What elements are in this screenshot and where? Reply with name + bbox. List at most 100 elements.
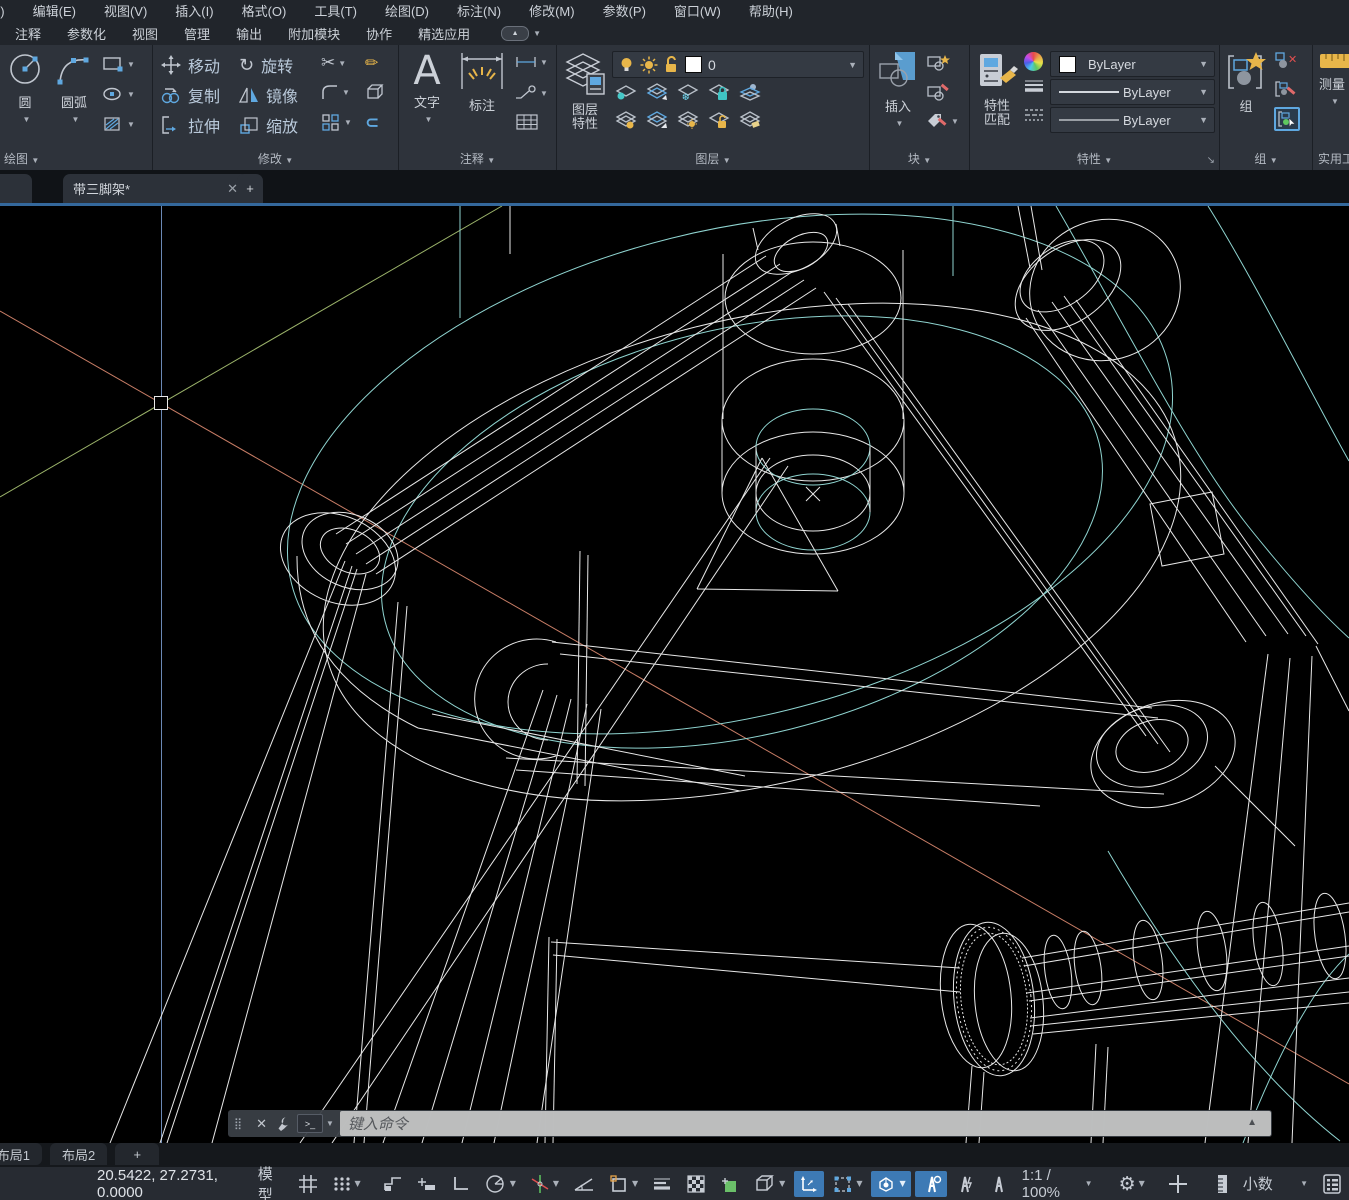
trim-button[interactable]: ✂▼	[321, 53, 346, 73]
command-expand-icon[interactable]: ▲	[1247, 1117, 1257, 1128]
menu-dimension[interactable]: 标注(N)	[443, 1, 515, 20]
edit-attribute-button[interactable]: ▼	[926, 111, 959, 131]
text-button[interactable]: A 文字 ▼	[405, 49, 449, 125]
menu-parametric[interactable]: 参数(P)	[589, 1, 660, 20]
menu-modify[interactable]: 修改(M)	[515, 1, 589, 20]
fillet-button[interactable]: ▼	[321, 83, 350, 101]
menu-insert[interactable]: 插入(I)	[161, 1, 227, 20]
match-properties-button[interactable]: 特性匹配	[974, 50, 1020, 127]
snap-mode-icon[interactable]: ▼	[327, 1171, 366, 1197]
right-leg[interactable]	[998, 206, 1349, 1143]
scale-button[interactable]: 缩放	[239, 113, 298, 137]
file-tab-partial[interactable]	[0, 174, 32, 203]
properties-dialog-launcher[interactable]: ↘	[1207, 155, 1215, 166]
menu-draw[interactable]: 绘图(D)	[371, 1, 443, 20]
panel-label-draw[interactable]: 绘图 ▼	[0, 150, 156, 167]
command-line-palette[interactable]: ⣿ ✕ >_ ▼ 键入命令 ▲	[228, 1110, 1272, 1137]
tab-manage[interactable]: 管理	[171, 24, 223, 43]
top-stub[interactable]	[510, 206, 1042, 287]
tab-output[interactable]: 输出	[223, 24, 275, 43]
lineweight-display-icon[interactable]	[647, 1171, 677, 1197]
menu-format[interactable]: 格式(O)	[228, 1, 301, 20]
panel-label-modify[interactable]: 修改 ▼	[153, 150, 398, 167]
layer-dropdown-caret[interactable]: ▼	[848, 60, 857, 70]
annotation-scale-icon[interactable]	[985, 1171, 1013, 1197]
customization-icon[interactable]	[1317, 1171, 1347, 1197]
array-button[interactable]: ▼	[321, 113, 352, 131]
tab-parametric[interactable]: 参数化	[54, 24, 119, 43]
ungroup-button[interactable]: ✕	[1274, 51, 1298, 71]
menu-file[interactable]: 文件(F)	[0, 1, 19, 20]
ortho-mode-icon[interactable]	[446, 1171, 476, 1197]
hub-cylinder[interactable]	[722, 242, 904, 554]
annotation-visibility-icon[interactable]	[915, 1171, 947, 1197]
knob-and-rod[interactable]	[545, 891, 1349, 1143]
workspace-gear-icon[interactable]: ⚙▼	[1114, 1171, 1150, 1197]
layout2-tab[interactable]: 布局2	[50, 1143, 107, 1165]
infer-constraints-icon[interactable]	[378, 1171, 408, 1197]
panel-label-utilities[interactable]: 实用工具	[1313, 150, 1349, 167]
annotation-scale-value[interactable]: 1:1 / 100%▼	[1017, 1171, 1098, 1197]
menu-tools[interactable]: 工具(T)	[300, 1, 371, 20]
tab-view[interactable]: 视图	[119, 24, 171, 43]
object-color-dropdown[interactable]: ByLayer ▼	[1050, 51, 1215, 77]
ellipse-tool-button[interactable]: ▼	[102, 85, 135, 103]
create-block-button[interactable]	[926, 53, 950, 73]
drawing-canvas[interactable]	[0, 206, 1349, 1143]
edit-block-button[interactable]	[926, 83, 950, 103]
linetype-list-icon[interactable]	[1024, 107, 1044, 123]
ribbon-collapse-button[interactable]: ▲	[501, 26, 529, 41]
rectangle-tool-button[interactable]: ▼	[102, 55, 135, 73]
units-dropdown[interactable]: 小数▼	[1238, 1171, 1313, 1197]
transparency-icon[interactable]	[681, 1171, 711, 1197]
edit-group-button[interactable]	[1274, 79, 1298, 99]
mirror-button[interactable]: 镜像	[239, 83, 298, 107]
tab-collaborate[interactable]: 协作	[353, 24, 405, 43]
tab-addins[interactable]: 附加模块	[275, 24, 353, 43]
new-drawing-tab-button[interactable]: +	[237, 174, 263, 203]
panel-label-properties[interactable]: 特性 ▼	[970, 150, 1219, 167]
palette-grip-handle[interactable]: ⣿	[234, 1117, 242, 1130]
layer-tools-row-2[interactable]	[615, 111, 761, 129]
command-history-caret[interactable]: ▼	[326, 1119, 334, 1128]
selection-cycling-icon[interactable]	[715, 1171, 745, 1197]
3d-object-snap-icon[interactable]: ▼	[749, 1171, 790, 1197]
menu-window[interactable]: 窗口(W)	[660, 1, 735, 20]
panel-label-layers[interactable]: 图层 ▼	[557, 150, 869, 167]
panel-label-annotation[interactable]: 注释 ▼	[399, 150, 556, 167]
tab-annotate[interactable]: 注释	[2, 24, 54, 43]
layer-properties-button[interactable]: 图层特性	[561, 50, 609, 131]
new-layout-button[interactable]: +	[115, 1143, 159, 1165]
copy-button[interactable]: 复制	[161, 83, 220, 107]
wireframe-drawing[interactable]	[0, 206, 1349, 1143]
menu-help[interactable]: 帮助(H)	[735, 1, 807, 20]
rotate-button[interactable]: ↻ 旋转	[239, 53, 293, 77]
object-snap-tracking-icon[interactable]	[568, 1171, 600, 1197]
tab-featured-apps[interactable]: 精选应用	[405, 24, 483, 43]
right-lug[interactable]	[1077, 683, 1295, 846]
left-leg[interactable]	[110, 458, 788, 1143]
move-button[interactable]: 移动	[161, 53, 220, 77]
table-button[interactable]	[515, 113, 539, 131]
link-arm[interactable]	[475, 551, 1164, 806]
explode-button[interactable]	[365, 83, 385, 101]
linear-dimension-button[interactable]: ▼	[515, 55, 548, 69]
command-input[interactable]: 键入命令 ▲	[340, 1111, 1271, 1136]
menu-edit[interactable]: 编辑(E)	[19, 1, 90, 20]
layer-dropdown[interactable]: 0 ▼	[612, 51, 864, 78]
palette-close-icon[interactable]: ✕	[256, 1116, 267, 1132]
polar-tracking-icon[interactable]: ▼	[480, 1171, 521, 1197]
erase-button[interactable]: ✏	[365, 53, 378, 72]
linetype-dropdown[interactable]: ByLayer ▼	[1050, 107, 1215, 133]
leader-button[interactable]: ▼	[515, 85, 548, 101]
offset-button[interactable]: ⊂	[365, 113, 379, 133]
dimension-button[interactable]: 标注	[453, 49, 511, 113]
panel-label-group[interactable]: 组 ▼	[1220, 150, 1312, 167]
lineweight-list-icon[interactable]	[1024, 79, 1044, 95]
wrench-icon[interactable]	[275, 1116, 291, 1132]
gizmo-icon[interactable]: ▼	[871, 1171, 910, 1197]
object-snap-icon[interactable]: ▼	[604, 1171, 643, 1197]
circle-button[interactable]: 圆 ▼	[4, 50, 46, 125]
arc-button[interactable]: 圆弧 ▼	[52, 50, 96, 125]
hatch-tool-button[interactable]: ▼	[102, 115, 135, 133]
